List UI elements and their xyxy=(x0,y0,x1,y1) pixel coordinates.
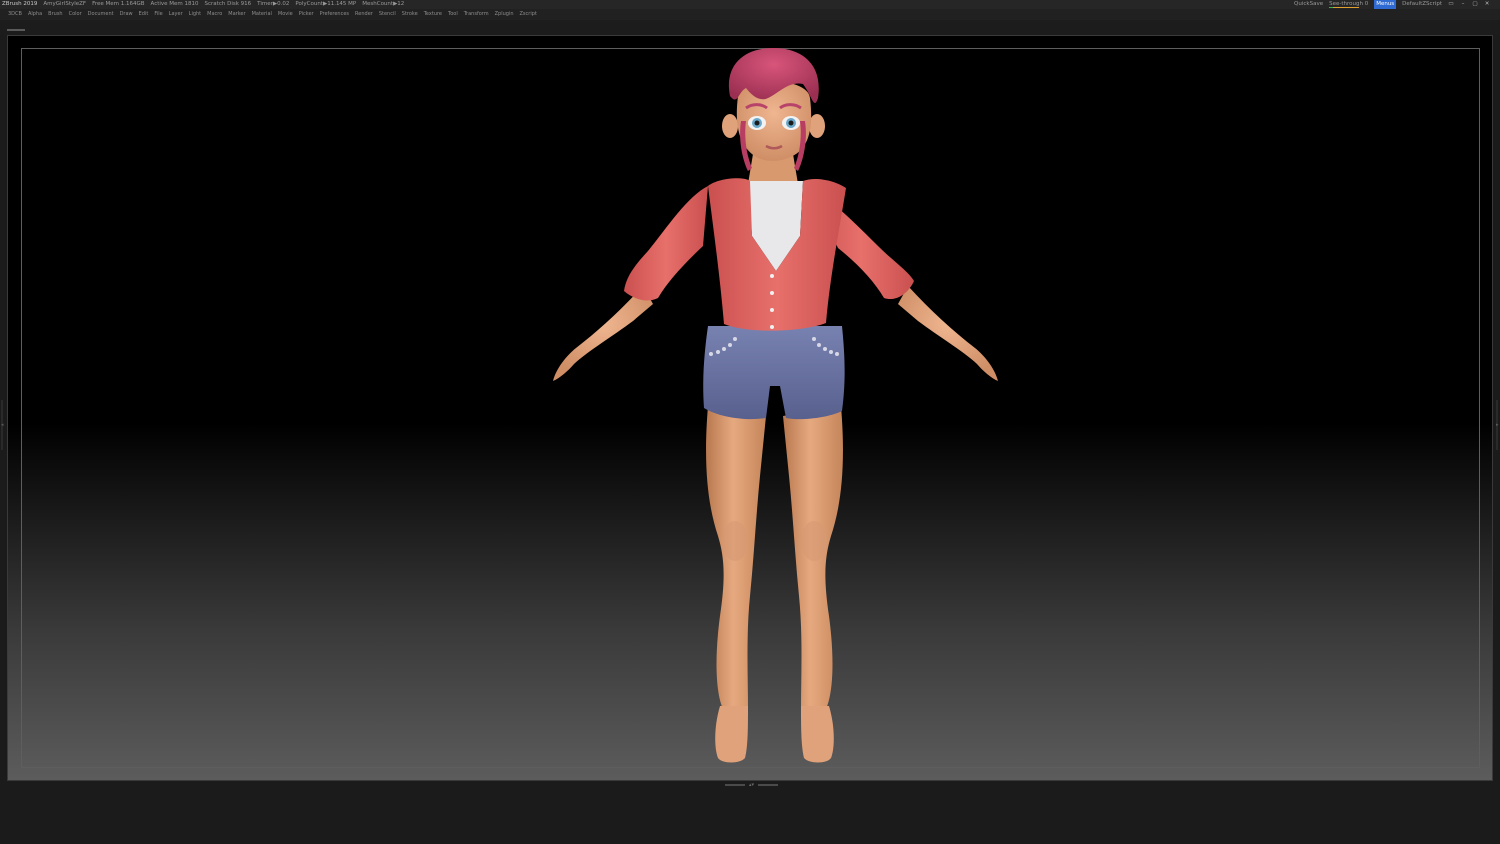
menu-picker[interactable]: Picker xyxy=(299,9,314,20)
canvas-viewport[interactable] xyxy=(7,35,1493,781)
minimize-icon[interactable]: – xyxy=(1460,0,1466,9)
seethrough-slider[interactable]: See-through 0 xyxy=(1329,0,1368,9)
left-sleeve xyxy=(624,186,708,301)
seethrough-fill xyxy=(1329,7,1334,8)
left-tray-grip[interactable]: ◂ xyxy=(1,400,4,450)
title-bar: ZBrush 2019 AmyGirlStyleZF Free Mem 1.16… xyxy=(0,0,1500,9)
stat-scratch-disk: Scratch Disk 916 xyxy=(204,1,252,7)
stat-free-mem: Free Mem 1.164GB xyxy=(92,1,145,7)
menus-button[interactable]: Menus xyxy=(1374,0,1397,9)
collapse-arrow-icon: ▸ xyxy=(1496,422,1499,428)
menu-stroke[interactable]: Stroke xyxy=(402,9,418,20)
menu-movie[interactable]: Movie xyxy=(278,9,293,20)
menu-alpha[interactable]: Alpha xyxy=(28,9,42,20)
character-model xyxy=(553,48,998,763)
layout-icon[interactable]: ▭ xyxy=(1448,0,1454,9)
collapse-arrow-icon: ◂ xyxy=(1,422,4,428)
right-arm xyxy=(898,286,998,381)
left-ear xyxy=(722,114,738,138)
menu-render[interactable]: Render xyxy=(355,9,373,20)
menu-transform[interactable]: Transform xyxy=(464,9,489,20)
menu-zplugin[interactable]: Zplugin xyxy=(495,9,514,20)
expand-up-icon: ▴▾ xyxy=(749,782,755,788)
menu-3dcb[interactable]: 3DCB xyxy=(8,9,22,20)
quicksave-button[interactable]: QuickSave xyxy=(1294,0,1323,9)
left-foot xyxy=(715,706,748,763)
maximize-icon[interactable]: ▢ xyxy=(1472,0,1478,9)
menu-zscript[interactable]: Zscript xyxy=(520,9,537,20)
app-title: ZBrush 2019 xyxy=(2,1,38,7)
top-shelf xyxy=(0,20,1500,35)
menu-bar: 3DCB Alpha Brush Color Document Draw Edi… xyxy=(0,9,1500,20)
menu-brush[interactable]: Brush xyxy=(48,9,62,20)
seethrough-track xyxy=(1329,7,1360,8)
menu-light[interactable]: Light xyxy=(189,9,201,20)
document-name: AmyGirlStyleZF xyxy=(43,1,87,7)
menu-macro[interactable]: Macro xyxy=(207,9,222,20)
menu-tool[interactable]: Tool xyxy=(448,9,458,20)
menu-preferences[interactable]: Preferences xyxy=(320,9,349,20)
menu-layer[interactable]: Layer xyxy=(169,9,183,20)
stat-active-mem: Active Mem 1810 xyxy=(150,1,199,7)
default-zscript-button[interactable]: DefaultZScript xyxy=(1402,0,1442,9)
menu-document[interactable]: Document xyxy=(88,9,114,20)
bottom-tray-grip[interactable]: ▴▾ xyxy=(725,782,779,788)
shorts xyxy=(703,326,845,420)
right-foot xyxy=(801,706,834,763)
stat-polycount: PolyCount▶11.145 MP xyxy=(295,1,357,7)
menu-texture[interactable]: Texture xyxy=(424,9,442,20)
menu-stencil[interactable]: Stencil xyxy=(379,9,396,20)
menu-marker[interactable]: Marker xyxy=(228,9,245,20)
menu-file[interactable]: File xyxy=(154,9,162,20)
shelf-grip-handle[interactable] xyxy=(7,29,25,31)
menu-edit[interactable]: Edit xyxy=(139,9,149,20)
right-tray-grip[interactable]: ▸ xyxy=(1496,400,1499,450)
left-arm xyxy=(553,286,653,381)
stat-meshcount: MeshCount▶12 xyxy=(362,1,405,7)
menu-color[interactable]: Color xyxy=(69,9,82,20)
menu-draw[interactable]: Draw xyxy=(120,9,133,20)
close-icon[interactable]: ✕ xyxy=(1484,0,1490,9)
menu-material[interactable]: Material xyxy=(252,9,272,20)
right-ear xyxy=(809,114,825,138)
stat-timer: Timer▶0.02 xyxy=(257,1,290,7)
